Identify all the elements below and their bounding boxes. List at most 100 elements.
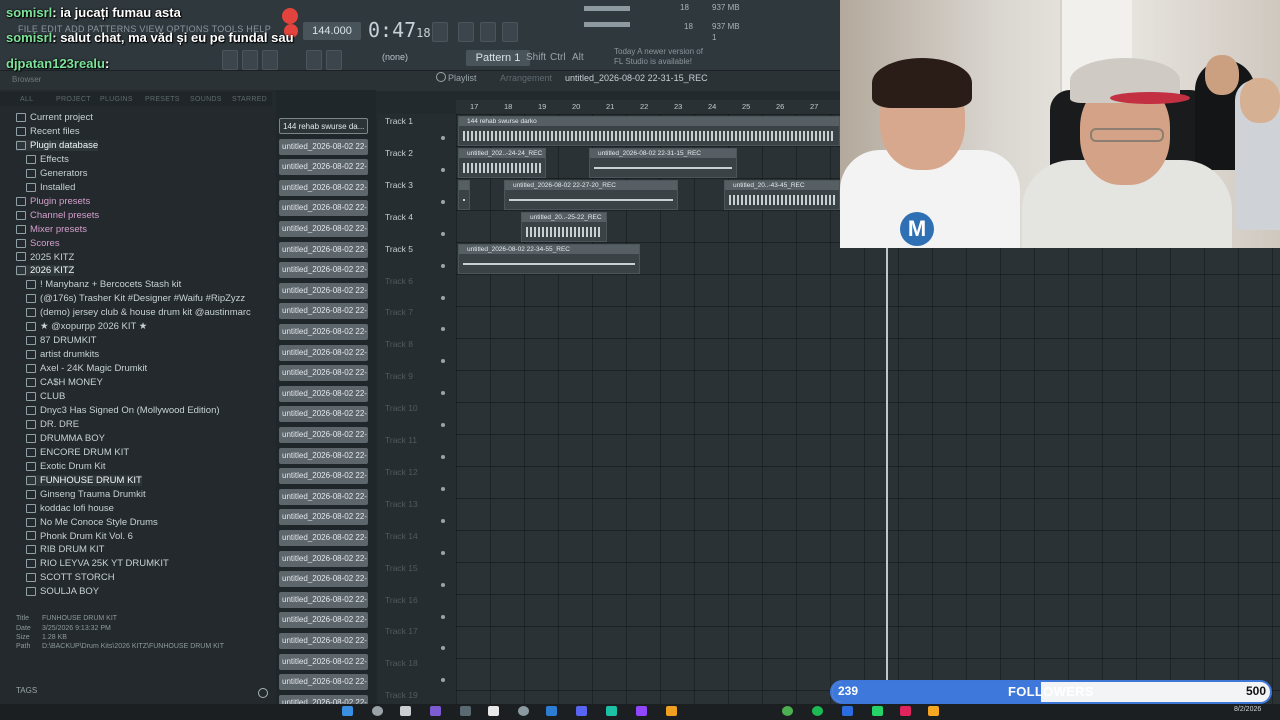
- clip-item[interactable]: untitled_2026-08-02 22-: [279, 530, 368, 546]
- toolbar-button[interactable]: [262, 50, 278, 70]
- discord-icon[interactable]: [576, 706, 587, 716]
- clip-item[interactable]: untitled_2026-08-02 22-: [279, 591, 368, 608]
- browser-item[interactable]: SOULJA BOY: [26, 586, 99, 597]
- app-icon[interactable]: [900, 706, 911, 716]
- track-header[interactable]: Track 8: [385, 339, 413, 349]
- browser-item[interactable]: Effects: [26, 154, 69, 165]
- app-icon[interactable]: [518, 706, 529, 716]
- browser-item[interactable]: Mixer presets: [16, 224, 87, 235]
- track-mute-icon[interactable]: [441, 167, 445, 172]
- whatsapp-icon[interactable]: [872, 706, 883, 716]
- browser-item[interactable]: Current project: [16, 112, 93, 123]
- app-icon[interactable]: [488, 706, 499, 716]
- audio-clip[interactable]: [458, 180, 470, 210]
- browser-item[interactable]: Ginseng Trauma Drumkit: [26, 489, 146, 500]
- browser-item[interactable]: SCOTT STORCH: [26, 572, 115, 583]
- audio-clip[interactable]: untitled_20..-25-22_REC: [521, 212, 607, 242]
- tab-presets[interactable]: PRESETS: [145, 96, 180, 103]
- browser-item[interactable]: Phonk Drum Kit Vol. 6: [26, 531, 133, 542]
- track-mute-icon[interactable]: [441, 199, 445, 204]
- clip-item[interactable]: untitled_2026-08-02 22-: [279, 221, 368, 237]
- playlist-mode[interactable]: Arrangement: [500, 73, 552, 83]
- search-icon[interactable]: [258, 688, 268, 698]
- browser-item[interactable]: artist drumkits: [26, 349, 99, 360]
- track-header[interactable]: Track 16: [385, 595, 418, 605]
- browser-item[interactable]: 2025 KITZ: [16, 252, 74, 263]
- clip-item[interactable]: untitled_2026-08-02 22-: [279, 653, 368, 670]
- audio-clip[interactable]: untitled_2026-08-02 22-34-55_REC: [458, 244, 640, 274]
- tab-project[interactable]: PROJECT: [56, 96, 91, 103]
- browser-item[interactable]: ! Manybanz + Bercocets Stash kit: [26, 279, 181, 290]
- tab-sounds[interactable]: SOUNDS: [190, 96, 222, 103]
- browser-item[interactable]: Recent files: [16, 126, 80, 137]
- track-mute-icon[interactable]: [441, 518, 445, 523]
- app-icon[interactable]: [606, 706, 617, 716]
- clip-item[interactable]: untitled_2026-08-02 22-: [279, 488, 368, 505]
- track-header[interactable]: Track 10: [385, 403, 418, 413]
- audio-clip[interactable]: untitled_2026-08-02 22-27-20_REC: [504, 180, 678, 210]
- clip-item[interactable]: untitled_2026-08-02 22-: [279, 138, 368, 155]
- record-button[interactable]: [282, 8, 298, 24]
- browser-item[interactable]: Installed: [26, 182, 75, 193]
- clip-item[interactable]: untitled_2026-08-02 22-: [279, 344, 368, 361]
- browser-item[interactable]: ★ @xopurpp 2026 KIT ★: [26, 321, 147, 332]
- toolbar-button[interactable]: [458, 22, 474, 42]
- spotify-icon[interactable]: [812, 706, 823, 716]
- track-header[interactable]: Track 15: [385, 563, 418, 573]
- news-panel[interactable]: Today A newer version of FL Studio is av…: [614, 47, 714, 67]
- browser-item[interactable]: Exotic Drum Kit: [26, 461, 105, 472]
- browser-item[interactable]: CLUB: [26, 391, 65, 402]
- tab-all[interactable]: ALL: [20, 96, 33, 103]
- pattern-selector[interactable]: Pattern 1: [466, 50, 530, 66]
- clip-item[interactable]: untitled_2026-08-02 22-: [279, 509, 368, 526]
- track-header[interactable]: Track 19: [385, 690, 418, 700]
- browser-item[interactable]: (@176s) Trasher Kit #Designer #Waifu #Ri…: [26, 293, 245, 304]
- track-mute-icon[interactable]: [441, 455, 445, 459]
- clip-item[interactable]: untitled_2026-08-02 22-: [279, 241, 368, 258]
- track-mute-icon[interactable]: [441, 550, 445, 555]
- browser-item[interactable]: DR. DRE: [26, 419, 79, 430]
- track-mute-icon[interactable]: [441, 231, 445, 236]
- clip-item[interactable]: untitled_2026-08-02 22-: [279, 550, 368, 567]
- track-header[interactable]: Track 12: [385, 467, 418, 477]
- clip-item[interactable]: untitled_2026-08-02 22-: [279, 282, 368, 299]
- browser-item[interactable]: Axel - 24K Magic Drumkit: [26, 363, 147, 374]
- search-icon[interactable]: [372, 706, 383, 716]
- browser-item[interactable]: ENCORE DRUM KIT: [26, 447, 129, 458]
- toolbar-button[interactable]: [432, 22, 448, 42]
- clip-item[interactable]: untitled_2026-08-02 22-: [279, 612, 368, 629]
- clip-item[interactable]: untitled_2026-08-02 22-: [279, 200, 368, 217]
- track-mute-icon[interactable]: [441, 295, 445, 300]
- browser-item[interactable]: 2026 KITZ: [16, 265, 75, 277]
- clip-item[interactable]: untitled_2026-08-02 22-: [279, 385, 368, 402]
- tab-plugins[interactable]: PLUGINS: [100, 96, 133, 103]
- track-header[interactable]: Track 7: [385, 307, 413, 317]
- clip-item[interactable]: untitled_2026-08-02 22-: [279, 365, 368, 382]
- track-header[interactable]: Track 11: [385, 435, 417, 445]
- toolbar-button[interactable]: [242, 50, 258, 70]
- tags-header[interactable]: TAGS: [16, 686, 37, 695]
- track-mute-icon[interactable]: [441, 136, 445, 140]
- browser-item[interactable]: CA$H MONEY: [26, 377, 103, 388]
- browser-item[interactable]: RIO LEYVA 25K YT DRUMKIT: [26, 558, 169, 569]
- track-header[interactable]: Track 5: [385, 244, 413, 254]
- browser-item[interactable]: Plugin presets: [16, 196, 90, 207]
- chrome-icon[interactable]: [782, 706, 793, 716]
- clip-item[interactable]: untitled_2026-08-02 22-: [279, 427, 368, 443]
- track-header[interactable]: Track 13: [385, 499, 418, 509]
- playhead-marker[interactable]: [886, 248, 888, 684]
- toolbar-button[interactable]: [326, 50, 342, 70]
- start-icon[interactable]: [342, 706, 353, 716]
- browser-item[interactable]: (demo) jersey club & house drum kit @aus…: [26, 307, 251, 318]
- clip-item[interactable]: untitled_2026-08-02 22-: [279, 179, 368, 196]
- browser-item[interactable]: 87 DRUMKIT: [26, 335, 96, 346]
- track-header[interactable]: Track 2: [385, 148, 413, 158]
- toolbar-button[interactable]: [222, 50, 238, 70]
- fl-studio-icon[interactable]: [666, 706, 677, 716]
- track-header[interactable]: Track 3: [385, 180, 413, 190]
- task-view-icon[interactable]: [400, 706, 411, 716]
- app-icon[interactable]: [636, 706, 647, 716]
- track-header[interactable]: Track 18: [385, 658, 418, 668]
- browser-item[interactable]: No Me Conoce Style Drums: [26, 517, 158, 528]
- toolbar-button[interactable]: [502, 22, 518, 42]
